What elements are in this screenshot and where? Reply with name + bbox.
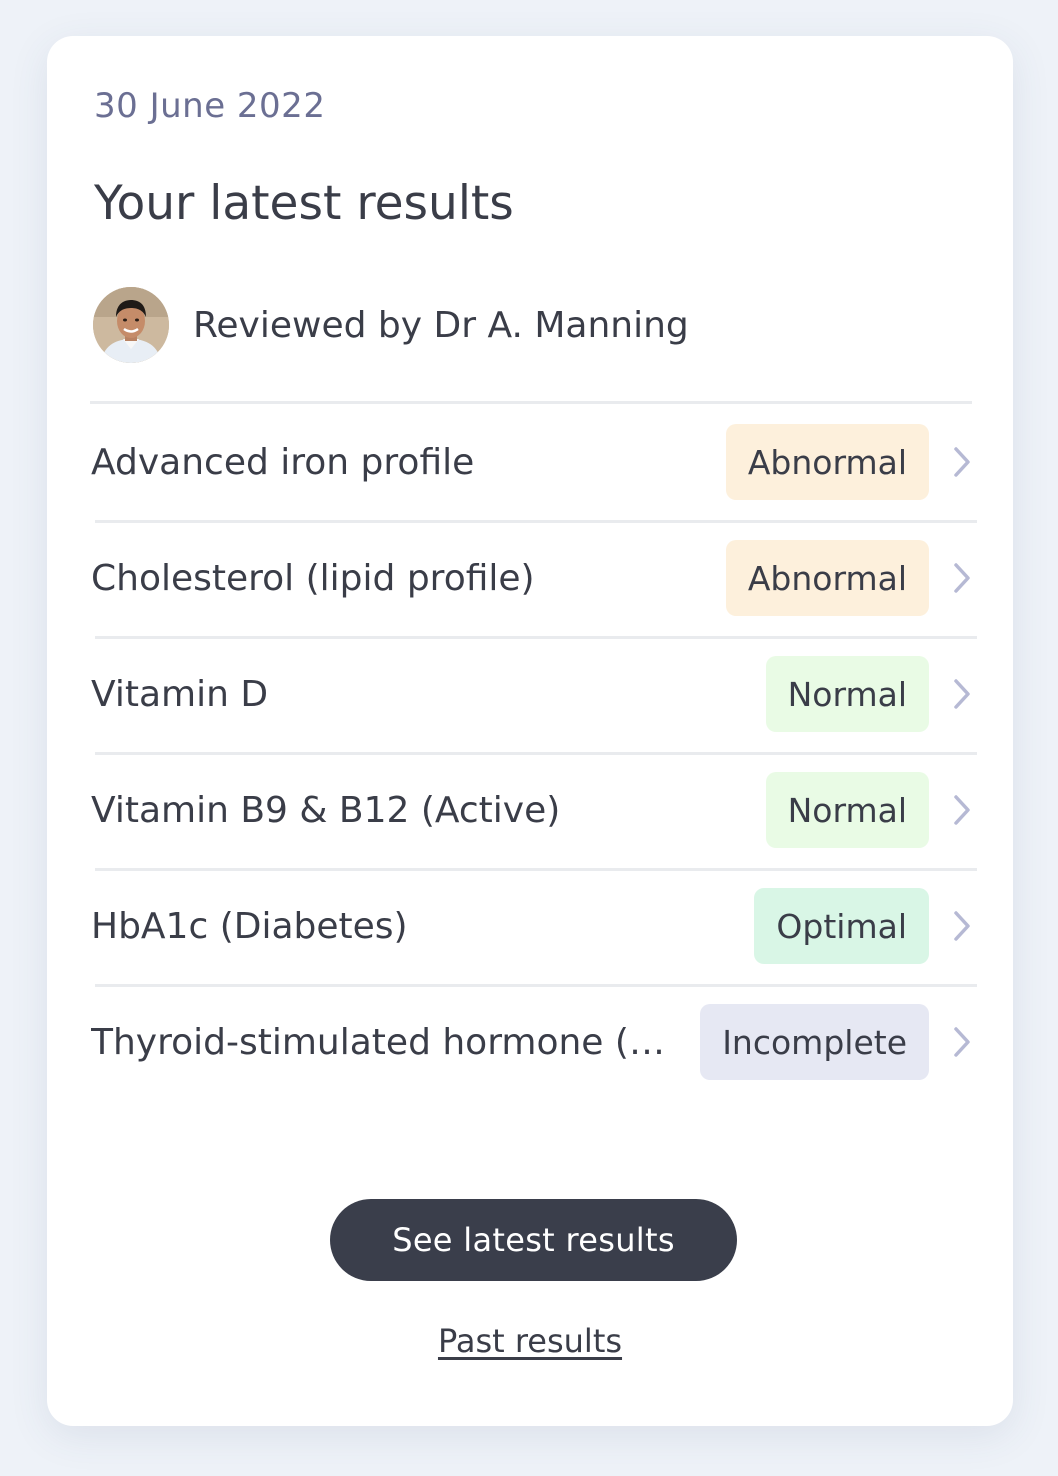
result-name: Cholesterol (lipid profile) (91, 557, 535, 599)
chevron-right-icon[interactable] (951, 677, 973, 711)
chevron-right-icon[interactable] (951, 793, 973, 827)
result-row-vitamin-b9-b12[interactable]: Vitamin B9 & B12 (Active) Normal (47, 752, 1013, 868)
status-badge: Incomplete (700, 1004, 929, 1080)
result-name: Thyroid-stimulated hormone (TSH) (91, 1021, 701, 1063)
doctor-avatar (93, 287, 169, 363)
card-title: Your latest results (94, 176, 514, 231)
result-name: Vitamin D (91, 673, 269, 715)
chevron-right-icon[interactable] (951, 1025, 973, 1059)
status-badge: Normal (765, 656, 929, 732)
chevron-right-icon[interactable] (951, 561, 973, 595)
see-latest-results-button[interactable]: See latest results (330, 1199, 737, 1281)
result-name: Advanced iron profile (91, 441, 475, 483)
reviewer: Reviewed by Dr A. Manning (93, 287, 689, 363)
status-badge: Abnormal (725, 540, 929, 616)
result-row-advanced-iron-profile[interactable]: Advanced iron profile Abnormal (47, 404, 1013, 520)
result-row-cholesterol[interactable]: Cholesterol (lipid profile) Abnormal (47, 520, 1013, 636)
status-badge: Abnormal (725, 424, 929, 500)
results-card: 30 June 2022 Your latest results Reviewe… (47, 36, 1013, 1426)
results-date: 30 June 2022 (94, 86, 326, 126)
status-badge: Normal (765, 772, 929, 848)
past-results-link[interactable]: Past results (438, 1322, 622, 1360)
result-name: Vitamin B9 & B12 (Active) (91, 789, 561, 831)
result-name: HbA1c (Diabetes) (91, 905, 408, 947)
result-row-vitamin-d[interactable]: Vitamin D Normal (47, 636, 1013, 752)
results-list: Advanced iron profile Abnormal Cholester… (47, 404, 1013, 1100)
chevron-right-icon[interactable] (951, 909, 973, 943)
status-badge: Optimal (754, 888, 929, 964)
result-row-hba1c[interactable]: HbA1c (Diabetes) Optimal (47, 868, 1013, 984)
past-results-container: Past results (47, 1322, 1013, 1360)
chevron-right-icon[interactable] (951, 445, 973, 479)
reviewer-name: Reviewed by Dr A. Manning (193, 304, 689, 346)
result-row-thyroid[interactable]: Thyroid-stimulated hormone (TSH) Incompl… (47, 984, 1013, 1100)
